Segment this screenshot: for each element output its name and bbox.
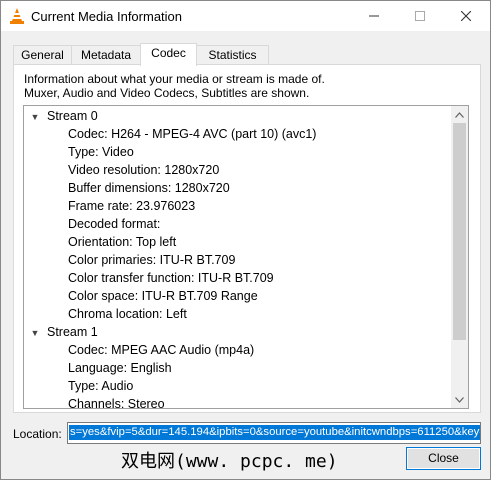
codec-description: Information about what your media or str… (24, 72, 464, 100)
vlc-cone-icon (10, 8, 24, 24)
maximize-button[interactable] (397, 1, 443, 31)
close-button[interactable]: Close (406, 447, 481, 470)
location-label: Location: (13, 427, 62, 441)
chevron-down-icon (455, 396, 464, 403)
tab-codec[interactable]: Codec (140, 43, 197, 66)
codec-tree[interactable]: ▼ Stream 0 Codec: H264 - MPEG-4 AVC (part… (23, 105, 469, 409)
media-information-window: Current Media Information General Metada… (0, 0, 491, 480)
scroll-up-button[interactable] (451, 106, 468, 123)
scroll-down-button[interactable] (451, 391, 468, 408)
location-field[interactable]: s=yes&fvip=5&dur=145.194&ipbits=0&source… (67, 422, 481, 444)
codec-panel: Information about what your media or str… (13, 64, 481, 413)
tree-item-property[interactable]: Video resolution: 1280x720 (68, 161, 219, 179)
tree-item-property[interactable]: Orientation: Top left (68, 233, 176, 251)
chevron-down-icon[interactable]: ▼ (29, 324, 41, 342)
tree-item-property[interactable]: Type: Audio (68, 377, 133, 395)
tree-item-property[interactable]: Codec: MPEG AAC Audio (mp4a) (68, 341, 254, 359)
tab-general[interactable]: General (13, 45, 72, 65)
tree-item-property[interactable]: Frame rate: 23.976023 (68, 197, 195, 215)
tab-statistics[interactable]: Statistics (196, 45, 269, 65)
minimize-icon (369, 15, 379, 17)
tree-item-stream-0[interactable]: ▼ Stream 0 (29, 107, 98, 125)
chevron-down-icon[interactable]: ▼ (29, 108, 41, 126)
tree-item-property[interactable]: Type: Video (68, 143, 134, 161)
tree-item-property[interactable]: Buffer dimensions: 1280x720 (68, 179, 230, 197)
maximize-icon (415, 11, 425, 21)
stream-label: Stream 0 (47, 109, 98, 123)
stream-label: Stream 1 (47, 325, 98, 339)
minimize-button[interactable] (351, 1, 397, 31)
tree-item-property[interactable]: Chroma location: Left (68, 305, 187, 323)
tree-item-property[interactable]: Decoded format: (68, 215, 160, 233)
location-value[interactable]: s=yes&fvip=5&dur=145.194&ipbits=0&source… (69, 425, 480, 440)
tree-item-property[interactable]: Color space: ITU-R BT.709 Range (68, 287, 258, 305)
chevron-up-icon (455, 111, 464, 118)
tree-item-property[interactable]: Codec: H264 - MPEG-4 AVC (part 10) (avc1… (68, 125, 316, 143)
tree-item-property[interactable]: Color transfer function: ITU-R BT.709 (68, 269, 274, 287)
tree-item-property[interactable]: Language: English (68, 359, 172, 377)
tree-item-property[interactable]: Channels: Stereo (68, 395, 165, 408)
tree-item-stream-1[interactable]: ▼ Stream 1 (29, 323, 98, 341)
tree-item-property[interactable]: Color primaries: ITU-R BT.709 (68, 251, 235, 269)
close-window-button[interactable] (443, 1, 489, 31)
title-bar[interactable]: Current Media Information (1, 1, 490, 31)
vertical-scrollbar[interactable] (451, 106, 468, 408)
close-icon (461, 11, 471, 21)
codec-description-line-2: Muxer, Audio and Video Codecs, Subtitles… (24, 86, 310, 100)
codec-description-line-1: Information about what your media or str… (24, 72, 325, 86)
window-title: Current Media Information (31, 9, 183, 24)
watermark-text: 双电网(www. pcpc. me) (121, 451, 338, 472)
tab-metadata[interactable]: Metadata (71, 45, 141, 65)
scrollbar-thumb[interactable] (453, 123, 466, 340)
